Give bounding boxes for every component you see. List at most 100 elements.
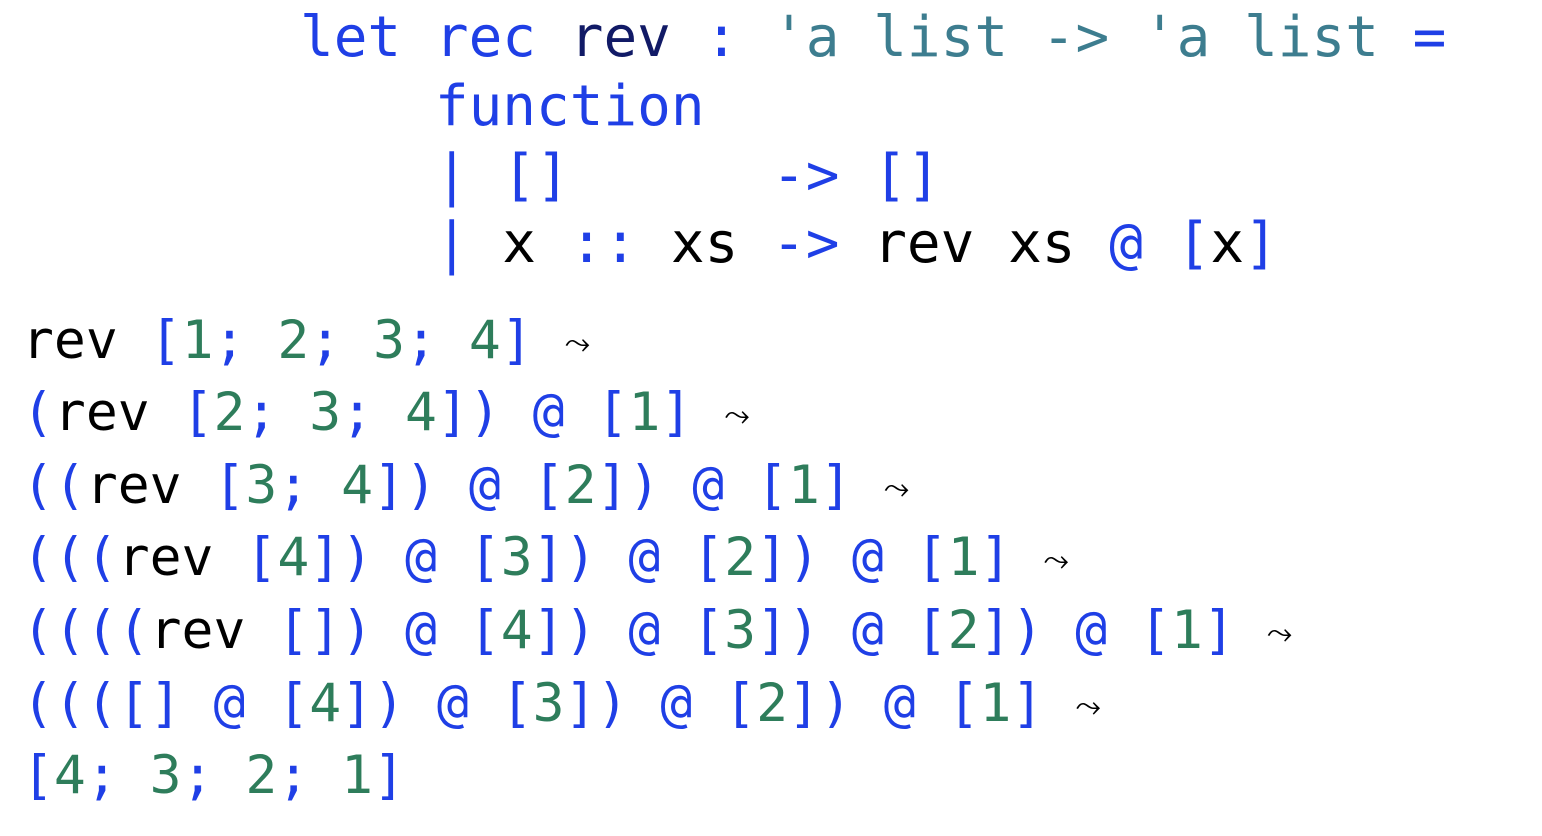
- keyword-token: @: [1109, 211, 1143, 276]
- keyword-token: [: [468, 600, 501, 661]
- identifier-token: [692, 382, 724, 443]
- identifier-token: [1107, 600, 1139, 661]
- keyword-token: ;: [277, 455, 342, 516]
- identifier-token: [660, 455, 692, 516]
- identifier-token: [565, 382, 597, 443]
- identifier-token: [373, 600, 405, 661]
- identifier-token: [1076, 211, 1110, 276]
- keyword-token: ]): [979, 600, 1044, 661]
- keyword-token: ]): [788, 673, 852, 734]
- keyword-token: [: [149, 310, 182, 371]
- keyword-token: [: [1176, 211, 1211, 276]
- keyword-token: ]: [1011, 673, 1044, 734]
- number-token: 3: [149, 745, 182, 806]
- keyword-token: @: [660, 673, 693, 734]
- definition-line: | [] -> []: [300, 140, 941, 212]
- number-token: 2: [947, 600, 980, 661]
- number-token: 2: [756, 673, 789, 734]
- keyword-token: (: [22, 382, 54, 443]
- identifier-token: [536, 211, 570, 276]
- identifier-token: [245, 600, 277, 661]
- identifier-token: [300, 211, 435, 276]
- keyword-token: [: [213, 455, 246, 516]
- keyword-token: [: [468, 527, 501, 588]
- identifier-token: [150, 382, 182, 443]
- number-token: 3: [500, 527, 533, 588]
- keyword-token: let: [300, 5, 402, 70]
- number-token: 4: [277, 527, 310, 588]
- identifier-token: [469, 211, 503, 276]
- keyword-token: ]: [500, 310, 533, 371]
- keyword-token: @: [532, 382, 565, 443]
- identifier-token: [405, 673, 437, 734]
- number-token: 1: [341, 745, 374, 806]
- identifier-token: rev: [149, 600, 246, 661]
- identifier-token: [182, 455, 214, 516]
- identifier-token: [300, 74, 435, 139]
- keyword-token: function: [434, 74, 705, 139]
- identifier-token: [401, 5, 435, 70]
- keyword-token: [: [22, 745, 54, 806]
- keyword-token: ]: [660, 382, 693, 443]
- evaluation-step: ((([] @ [4]) @ [3]) @ [2]) @ [1] ⤳: [22, 668, 1101, 742]
- number-token: 1: [947, 527, 980, 588]
- identifier-token: xs: [670, 211, 739, 276]
- keyword-token: [: [532, 455, 565, 516]
- evaluation-step: rev [1; 2; 3; 4] ⤳: [22, 305, 590, 379]
- keyword-token: ]): [532, 600, 597, 661]
- keyword-token: ;: [181, 745, 246, 806]
- keyword-token: :: [704, 5, 739, 70]
- keyword-token: [: [181, 382, 214, 443]
- number-token: 2: [724, 527, 757, 588]
- keyword-token: ]: [373, 745, 406, 806]
- identifier-token: [596, 600, 628, 661]
- identifier-token: x: [502, 211, 537, 276]
- reduces-to-arrow: ⤳: [883, 469, 910, 507]
- identifier-token: [692, 673, 724, 734]
- evaluation-step: ((((rev []) @ [4]) @ [3]) @ [2]) @ [1] ⤳: [22, 595, 1292, 669]
- keyword-token: ->: [772, 211, 840, 276]
- identifier-token: [118, 310, 150, 371]
- number-token: 4: [341, 455, 374, 516]
- keyword-token: ]): [564, 673, 629, 734]
- identifier-token: [501, 455, 533, 516]
- identifier-token: [738, 5, 772, 70]
- reduces-to-arrow: ⤳: [1043, 541, 1069, 579]
- keyword-token: ((((: [22, 600, 150, 661]
- keyword-token: ]: [979, 527, 1012, 588]
- keyword-token: ((([]: [22, 673, 182, 734]
- keyword-token: ;: [309, 310, 374, 371]
- identifier-token: [974, 211, 1008, 276]
- identifier-token: [533, 310, 565, 371]
- keyword-token: ]): [756, 600, 820, 661]
- identifier-token: [916, 673, 948, 734]
- keyword-token: @: [628, 600, 661, 661]
- keyword-token: ;: [405, 310, 469, 371]
- number-token: 4: [53, 745, 86, 806]
- identifier-token: [373, 527, 405, 588]
- keyword-token: rec: [434, 5, 537, 70]
- keyword-token: []): [277, 600, 374, 661]
- definition-line: let rec rev : 'a list -> 'a list =: [300, 2, 1446, 74]
- reduces-to-arrow: ⤳: [564, 324, 591, 362]
- identifier-token: rev: [85, 455, 182, 516]
- number-token: 3: [245, 455, 278, 516]
- keyword-token: [: [1139, 600, 1172, 661]
- identifier-token: [1043, 673, 1075, 734]
- definition-line: | x :: xs -> rev xs @ [x]: [300, 208, 1278, 280]
- keyword-token: [: [947, 673, 980, 734]
- number-token: 2: [213, 382, 246, 443]
- identifier-token: rev: [22, 310, 118, 371]
- keyword-token: [: [277, 673, 310, 734]
- keyword-token: [: [915, 527, 948, 588]
- keyword-token: ]): [532, 527, 597, 588]
- identifier-token: [469, 143, 503, 208]
- keyword-token: @: [213, 673, 246, 734]
- keyword-token: [: [915, 600, 948, 661]
- identifier-token: [820, 527, 852, 588]
- keyword-token: |: [434, 211, 469, 276]
- identifier-token: [245, 673, 277, 734]
- keyword-token: [: [692, 527, 725, 588]
- number-token: 1: [788, 455, 820, 516]
- identifier-token: [597, 527, 629, 588]
